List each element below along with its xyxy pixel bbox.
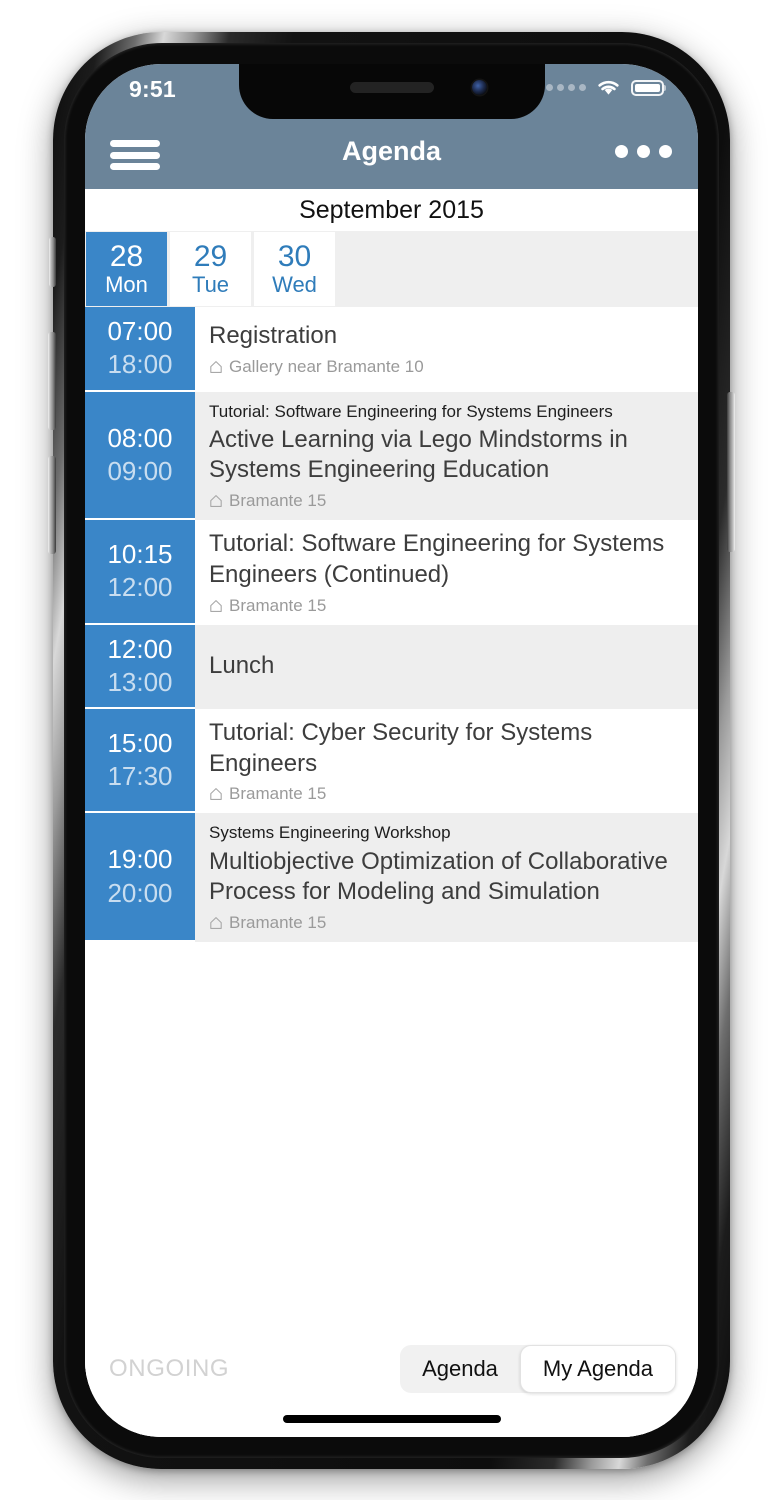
event-title: Lunch — [209, 652, 275, 680]
date-tab-29[interactable]: 29 Tue — [170, 232, 251, 306]
event-start-time: 12:00 — [107, 633, 173, 664]
event-title: Registration — [209, 322, 338, 350]
event-location-text: Bramante 15 — [229, 913, 327, 932]
event-title: Active Learning via Lego Mindstorms in S… — [209, 425, 628, 484]
date-tab-weekday: Mon — [105, 272, 148, 298]
event-location-text: Bramante 15 — [229, 595, 327, 615]
date-tab-number: 29 — [193, 239, 228, 273]
date-tab-30[interactable]: 30 Wed — [254, 232, 335, 306]
notch — [238, 64, 545, 119]
home-indicator[interactable] — [282, 1415, 501, 1423]
overflow-dots-icon[interactable] — [615, 145, 672, 158]
event-time-column: 08:00 09:00 — [85, 391, 195, 521]
power-button[interactable] — [727, 392, 735, 552]
event-location-text: Bramante 15 — [229, 491, 327, 511]
agenda-event-row[interactable]: 19:00 20:00 Systems Engineering Workshop… — [85, 813, 698, 942]
location-home-icon — [210, 495, 222, 508]
event-start-time: 10:15 — [107, 539, 173, 570]
event-start-time: 15:00 — [107, 727, 173, 758]
event-location: Gallery near Bramante 10 — [209, 357, 680, 377]
event-time-column: 07:00 18:00 — [85, 307, 195, 392]
event-end-time: 09:00 — [107, 455, 173, 486]
event-location: Bramante 15 — [209, 913, 680, 933]
status-bar-indicators — [546, 78, 666, 97]
event-time-column: 10:15 12:00 — [85, 520, 195, 625]
ongoing-label: ONGOING — [109, 1355, 230, 1382]
event-location-text: Bramante 15 — [229, 784, 327, 804]
location-home-icon — [210, 788, 222, 801]
agenda-event-row[interactable]: 15:00 17:30 Tutorial: Cyber Security for… — [85, 709, 698, 814]
month-bar: September 2015 — [85, 189, 698, 231]
event-location: Bramante 15 — [209, 784, 680, 804]
event-title: Multiobjective Optimization of Collabora… — [209, 847, 668, 906]
battery-full-icon — [631, 79, 666, 96]
date-tab-number: 30 — [277, 239, 312, 273]
signal-dots-icon — [546, 84, 586, 91]
location-home-icon — [210, 599, 222, 612]
event-title: Tutorial: Cyber Security for Systems Eng… — [209, 719, 593, 777]
status-bar-time: 9:51 — [129, 76, 176, 102]
agenda-event-row[interactable]: 07:00 18:00 Registration Gallery near Br… — [85, 307, 698, 392]
earpiece-speaker-icon — [349, 82, 434, 93]
event-end-time: 17:30 — [107, 761, 173, 792]
event-details: Lunch — [195, 625, 698, 710]
bottom-bar: ONGOING Agenda My Agenda — [85, 1329, 698, 1437]
date-tab-weekday: Wed — [272, 272, 317, 298]
phone-frame: 9:51 Agenda September 2015 28 Mon 29 Tue… — [48, 32, 735, 1469]
event-subtitle: Tutorial: Software Engineering for Syste… — [209, 401, 613, 421]
event-details: Tutorial: Cyber Security for Systems Eng… — [195, 709, 698, 813]
wifi-icon — [598, 80, 619, 95]
event-details: Systems Engineering Workshop Multiobject… — [195, 813, 698, 942]
event-title: Tutorial: Software Engineering for Syste… — [209, 530, 665, 588]
segment-agenda[interactable]: Agenda — [400, 1345, 520, 1393]
phone-screen: 9:51 Agenda September 2015 28 Mon 29 Tue… — [85, 64, 698, 1437]
event-end-time: 13:00 — [107, 666, 173, 697]
agenda-segmented-control[interactable]: Agenda My Agenda — [400, 1345, 676, 1393]
event-details: Tutorial: Software Engineering for Syste… — [195, 520, 698, 624]
event-end-time: 12:00 — [107, 572, 173, 603]
event-end-time: 18:00 — [107, 349, 173, 380]
mute-switch-button[interactable] — [49, 237, 56, 287]
event-time-column: 15:00 17:30 — [85, 709, 195, 814]
location-home-icon — [210, 917, 222, 929]
event-details: Registration Gallery near Bramante 10 — [195, 307, 698, 392]
volume-up-button[interactable] — [48, 332, 56, 430]
event-time-column: 12:00 13:00 — [85, 624, 195, 710]
event-details: Tutorial: Software Engineering for Syste… — [195, 392, 698, 521]
event-start-time: 19:00 — [107, 844, 173, 875]
date-strip: 28 Mon 29 Tue 30 Wed — [85, 231, 698, 307]
month-label: September 2015 — [299, 195, 484, 224]
volume-down-button[interactable] — [48, 456, 56, 554]
event-location: Bramante 15 — [209, 491, 680, 511]
event-location: Bramante 15 — [209, 596, 680, 616]
agenda-event-row[interactable]: 12:00 13:00 Lunch — [85, 624, 698, 710]
agenda-event-row[interactable]: 10:15 12:00 Tutorial: Software Engineeri… — [85, 520, 698, 625]
agenda-event-row[interactable]: 08:00 09:00 Tutorial: Software Engineeri… — [85, 391, 698, 521]
segment-my-agenda[interactable]: My Agenda — [519, 1345, 676, 1393]
agenda-list[interactable]: 07:00 18:00 Registration Gallery near Br… — [85, 307, 698, 1437]
event-start-time: 08:00 — [107, 422, 173, 453]
page-title: Agenda — [341, 136, 441, 166]
date-tab-weekday: Tue — [191, 272, 230, 298]
date-tab-number: 28 — [109, 239, 144, 273]
event-subtitle: Systems Engineering Workshop — [209, 823, 451, 843]
location-home-icon — [210, 361, 222, 374]
event-time-column: 19:00 20:00 — [85, 813, 195, 942]
date-tab-28[interactable]: 28 Mon — [86, 232, 167, 306]
front-camera-icon — [471, 80, 487, 95]
event-location-text: Gallery near Bramante 10 — [229, 357, 424, 377]
event-start-time: 07:00 — [107, 316, 173, 346]
app-header: Agenda — [85, 119, 698, 189]
event-end-time: 20:00 — [107, 877, 173, 908]
